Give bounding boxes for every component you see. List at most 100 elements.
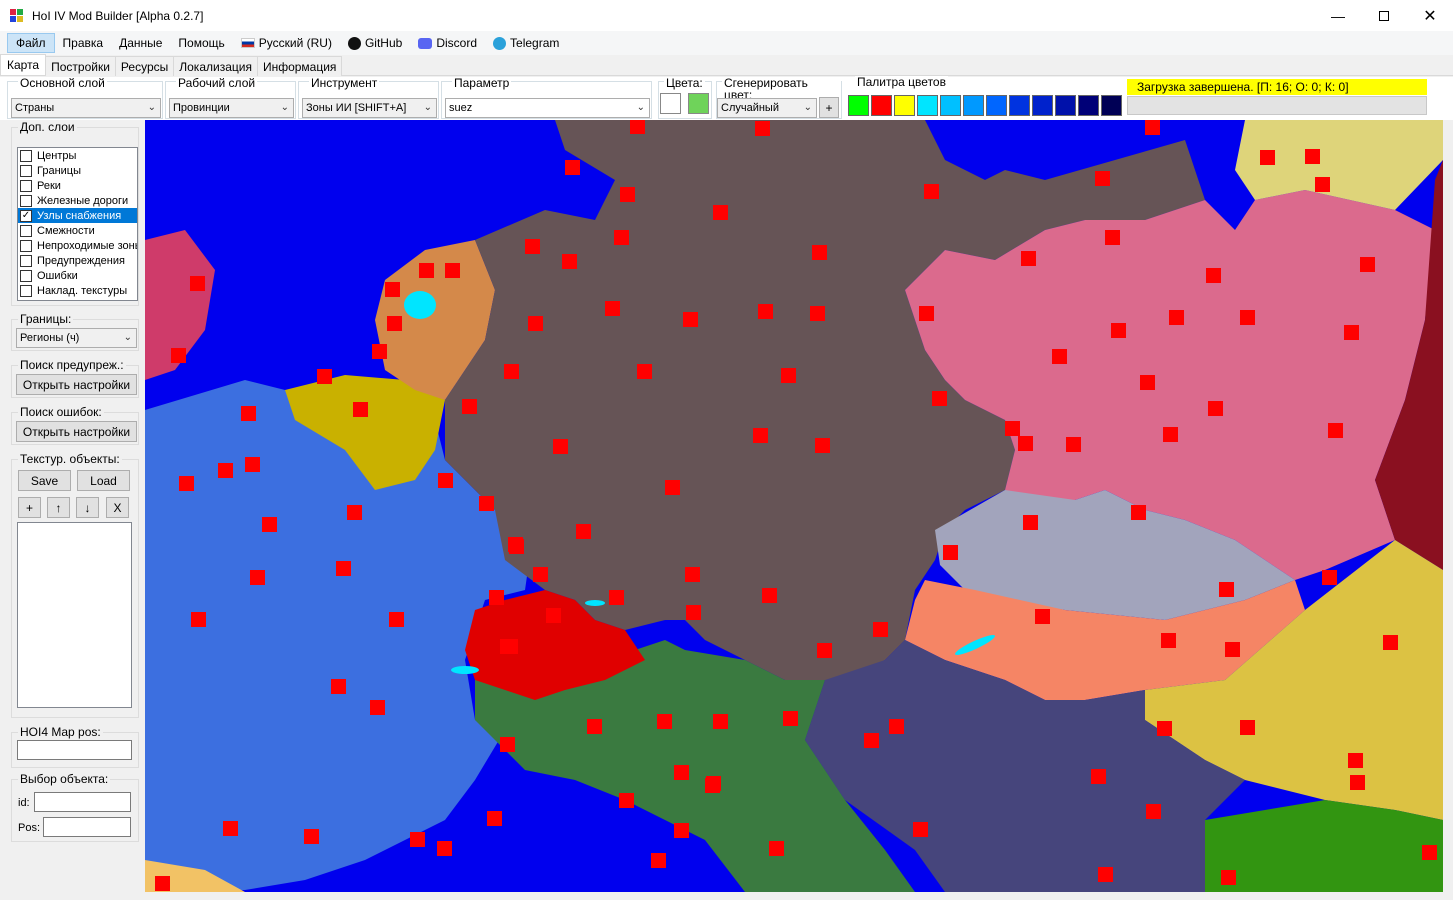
supply-node-marker — [609, 590, 624, 605]
supply-node-marker — [781, 368, 796, 383]
id-field[interactable] — [34, 792, 131, 812]
palette-color-swatch[interactable] — [963, 95, 984, 116]
close-button[interactable]: ✕ — [1407, 0, 1453, 31]
lake-shape — [585, 600, 605, 606]
menu-language[interactable]: Русский (RU) — [233, 33, 340, 53]
layer-checkbox[interactable] — [20, 149, 32, 162]
layer-item[interactable]: Реки — [18, 178, 137, 193]
load-button[interactable]: Load — [77, 470, 130, 491]
supply-node-marker — [1023, 515, 1038, 530]
secondary-color-swatch[interactable] — [688, 93, 709, 114]
palette-color-swatch[interactable] — [917, 95, 938, 116]
layer-item[interactable]: Железные дороги — [18, 193, 137, 208]
palette-color-swatch[interactable] — [1032, 95, 1053, 116]
supply-node-marker — [614, 230, 629, 245]
map-svg[interactable] — [145, 120, 1443, 892]
tab-resources[interactable]: Ресурсы — [114, 56, 175, 76]
map-pos-field[interactable] — [17, 740, 132, 760]
borders-select[interactable]: Регионы (ч) ⌄ — [16, 328, 137, 348]
menu-edit[interactable]: Правка — [55, 33, 112, 53]
palette-color-swatch[interactable] — [1101, 95, 1122, 116]
layer-label: Предупреждения — [37, 254, 125, 267]
layer-checkbox[interactable]: ✓ — [20, 209, 32, 222]
supply-node-marker — [438, 473, 453, 488]
layer-item[interactable]: Непроходимые зоны — [18, 238, 137, 253]
add-object-button[interactable]: + — [18, 497, 41, 518]
layer-item[interactable]: Наклад. текстуры — [18, 283, 137, 298]
layer-item[interactable]: Ошибки — [18, 268, 137, 283]
status-progress — [1127, 96, 1427, 115]
palette-color-swatch[interactable] — [940, 95, 961, 116]
menu-discord[interactable]: Discord — [410, 33, 485, 53]
layer-checkbox[interactable] — [20, 194, 32, 207]
layer-checkbox[interactable] — [20, 239, 32, 252]
layer-checkbox[interactable] — [20, 224, 32, 237]
maximize-button[interactable] — [1361, 0, 1407, 31]
layer-item[interactable]: Центры — [18, 148, 137, 163]
supply-node-marker — [500, 639, 515, 654]
lake-shape — [404, 291, 436, 319]
supply-node-marker — [864, 733, 879, 748]
supply-node-marker — [1322, 570, 1337, 585]
palette-color-swatch[interactable] — [848, 95, 869, 116]
primary-color-swatch[interactable] — [660, 93, 681, 114]
extra-layers-list[interactable]: Центры Границы Реки Железные дороги ✓ Узлы сн… — [17, 147, 138, 301]
layer-checkbox[interactable] — [20, 284, 32, 297]
supply-node-marker — [155, 876, 170, 891]
gen-color-group: Сгенерировать цвет: Случайный ⌄ + — [716, 77, 842, 119]
warn-open-settings-button[interactable]: Открыть настройки — [16, 374, 137, 395]
layer-label: Реки — [37, 179, 61, 192]
palette-color-swatch[interactable] — [894, 95, 915, 116]
tab-localization[interactable]: Локализация — [173, 56, 258, 76]
supply-node-marker — [1131, 505, 1146, 520]
texture-objects-list[interactable] — [17, 522, 132, 708]
tab-buildings[interactable]: Постройки — [45, 56, 116, 76]
supply-node-marker — [372, 344, 387, 359]
tab-info[interactable]: Информация — [256, 56, 343, 76]
param-select[interactable]: suez ⌄ — [445, 98, 650, 118]
supply-node-marker — [1383, 635, 1398, 650]
layer-checkbox[interactable] — [20, 269, 32, 282]
menu-data[interactable]: Данные — [111, 33, 170, 53]
remove-object-button[interactable]: X — [106, 497, 129, 518]
gen-color-add-button[interactable]: + — [819, 97, 839, 118]
palette-color-swatch[interactable] — [986, 95, 1007, 116]
chevron-down-icon: ⌄ — [636, 102, 645, 113]
supply-node-marker — [565, 160, 580, 175]
supply-node-marker — [620, 187, 635, 202]
err-open-settings-button[interactable]: Открыть настройки — [16, 421, 137, 442]
tool-select[interactable]: Зоны ИИ [SHIFT+A] ⌄ — [302, 98, 437, 118]
supply-node-marker — [1350, 775, 1365, 790]
supply-node-marker — [1169, 310, 1184, 325]
layer-item[interactable]: ✓ Узлы снабжения — [18, 208, 137, 223]
move-down-button[interactable]: ↓ — [76, 497, 99, 518]
save-button[interactable]: Save — [18, 470, 71, 491]
chevron-down-icon: ⌄ — [803, 102, 812, 113]
palette-color-swatch[interactable] — [1078, 95, 1099, 116]
layer-checkbox[interactable] — [20, 254, 32, 267]
move-up-button[interactable]: ↑ — [47, 497, 70, 518]
pos-field[interactable] — [43, 817, 131, 837]
menu-file[interactable]: Файл — [7, 33, 55, 53]
layer-item[interactable]: Предупреждения — [18, 253, 137, 268]
base-layer-select[interactable]: Страны ⌄ — [11, 98, 161, 118]
map-canvas[interactable] — [145, 120, 1443, 892]
menu-telegram[interactable]: Telegram — [485, 33, 567, 53]
supply-node-marker — [1240, 720, 1255, 735]
supply-node-marker — [347, 505, 362, 520]
minimize-button[interactable]: — — [1315, 0, 1361, 31]
work-layer-select[interactable]: Провинции ⌄ — [169, 98, 294, 118]
palette-color-swatch[interactable] — [871, 95, 892, 116]
layer-item[interactable]: Смежности — [18, 223, 137, 238]
menu-help[interactable]: Помощь — [170, 33, 232, 53]
vertical-scrollbar[interactable] — [1443, 120, 1453, 900]
layer-label: Ошибки — [37, 269, 78, 282]
layer-checkbox[interactable] — [20, 179, 32, 192]
menu-github[interactable]: GitHub — [340, 33, 410, 53]
tab-map[interactable]: Карта — [0, 54, 47, 75]
palette-color-swatch[interactable] — [1055, 95, 1076, 116]
gen-color-select[interactable]: Случайный ⌄ — [717, 98, 817, 118]
layer-checkbox[interactable] — [20, 164, 32, 177]
layer-item[interactable]: Границы — [18, 163, 137, 178]
palette-color-swatch[interactable] — [1009, 95, 1030, 116]
